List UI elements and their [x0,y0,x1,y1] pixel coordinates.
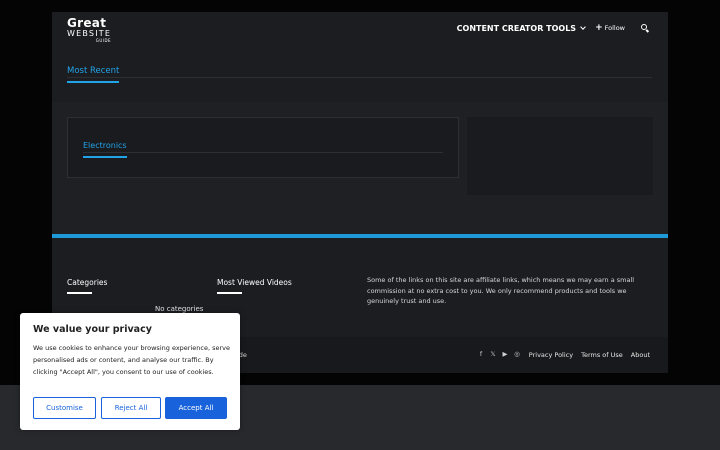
main-nav: CONTENT CREATOR TOOLS + Follow [457,22,650,34]
chevron-down-icon [580,23,586,30]
cookie-description: We use cookies to enhance your browsing … [33,344,230,376]
logo-line-1: Great [67,16,107,30]
logo-line-3: GUIDE [95,38,112,43]
instagram-icon[interactable]: ◎ [513,350,521,358]
affiliate-disclosure: Some of the links on this site are affil… [367,276,635,306]
footer-nav: Privacy Policy Terms of Use About [529,351,650,359]
footer-link-about[interactable]: About [631,351,650,359]
cookie-consent-dialog: We value your privacy We use cookies to … [20,313,240,430]
site-logo[interactable]: Great WEBSITE GUIDE [67,17,111,43]
reject-all-button[interactable]: Reject All [101,397,161,419]
content-creator-tools-label: CONTENT CREATOR TOOLS [456,23,577,33]
electronics-title-row: Electronics [83,133,443,158]
categories-title: Categories [67,278,108,287]
cookie-title: We value your privacy [33,324,152,335]
footer-link-privacy-policy[interactable]: Privacy Policy [529,351,573,359]
tab-most-recent[interactable]: Most Recent [67,66,120,83]
youtube-icon[interactable]: ▶ [501,350,509,358]
no-categories-text: No categories [155,305,204,313]
electronics-title[interactable]: Electronics [83,141,127,158]
logo-line-2: WEBSITE [67,29,112,38]
social-links: f 𝕏 ▶ ◎ [477,350,521,358]
facebook-icon[interactable]: f [477,350,485,358]
x-icon[interactable]: 𝕏 [489,350,497,358]
tab-row: Most Recent [67,58,652,83]
electronics-block: Electronics [67,117,459,178]
follow-button[interactable]: + Follow [595,23,625,33]
footer-link-terms-of-use[interactable]: Terms of Use [581,351,623,359]
plus-icon: + [595,23,603,33]
customise-button[interactable]: Customise [33,397,96,419]
content-creator-tools-menu[interactable]: CONTENT CREATOR TOOLS [456,23,586,33]
search-icon[interactable] [641,23,650,33]
follow-label: Follow [604,24,625,32]
most-viewed-videos-underline [217,292,242,294]
categories-underline [67,292,92,294]
accept-all-button[interactable]: Accept All [165,397,227,419]
most-viewed-videos-title: Most Viewed Videos [217,278,292,287]
site-header: Great WEBSITE GUIDE CONTENT CREATOR TOOL… [52,12,668,102]
sidebar-widget [467,117,653,195]
